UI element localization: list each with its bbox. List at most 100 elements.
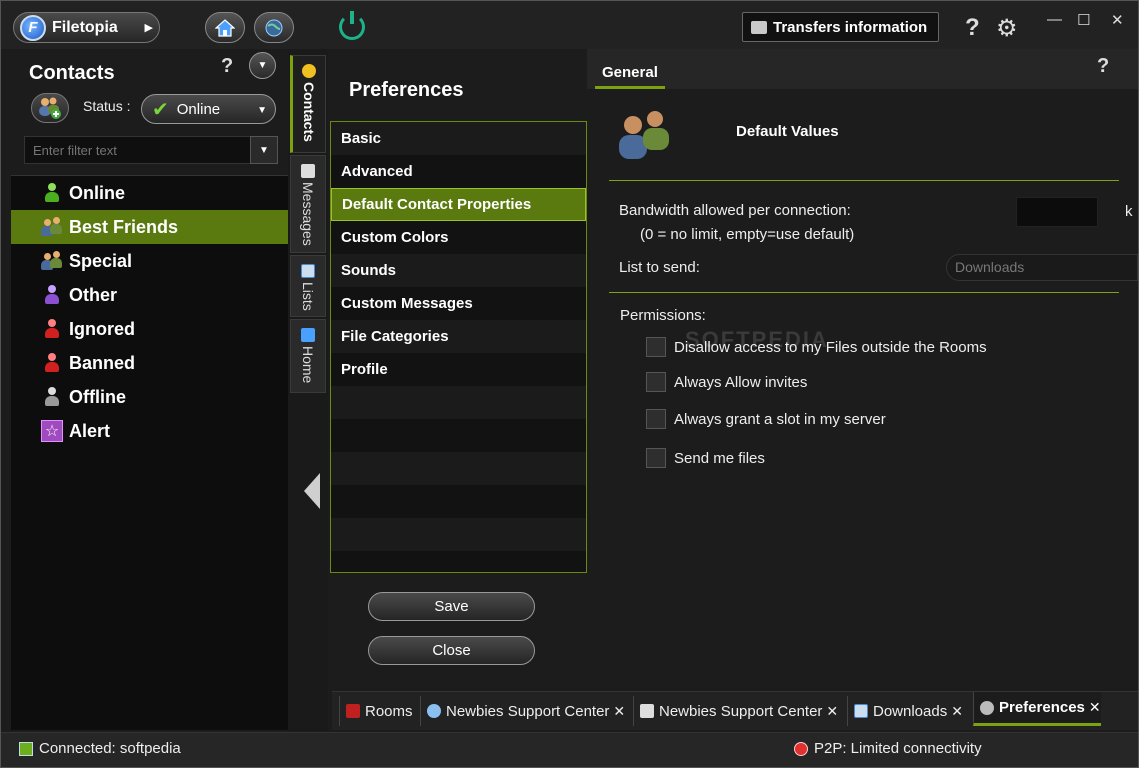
tab-preferences[interactable]: Preferences ✕ (973, 692, 1101, 726)
tab-label: Newbies Support Center (659, 702, 823, 720)
pref-item-default-contact-properties[interactable]: Default Contact Properties (331, 188, 586, 221)
pref-item-profile[interactable]: Profile (331, 353, 586, 386)
chevron-down-icon: ▼ (257, 60, 268, 71)
tab-newbies-support-center-list[interactable]: Newbies Support Center ✕ (633, 696, 838, 726)
list-to-send-select[interactable]: Downloads (946, 254, 1138, 281)
home-button[interactable] (205, 12, 245, 43)
pref-item-sounds[interactable]: Sounds (331, 254, 586, 287)
app-menu-button[interactable]: F Filetopia ▶ (13, 12, 160, 43)
group-online[interactable]: Online (11, 176, 288, 210)
pref-item-custom-messages[interactable]: Custom Messages (331, 287, 586, 320)
group-alert[interactable]: ☆ Alert (11, 414, 288, 448)
home-icon (301, 328, 315, 342)
filetopia-logo-icon: F (20, 14, 46, 41)
checkbox-label: Always Allow invites (674, 373, 808, 391)
save-button[interactable]: Save (368, 592, 535, 621)
list-empty-row (331, 485, 586, 518)
list-empty-row (331, 518, 586, 551)
divider (609, 292, 1119, 293)
tab-contacts[interactable]: Contacts (290, 55, 326, 153)
transfers-icon (751, 20, 767, 34)
bandwidth-input[interactable] (1016, 197, 1098, 227)
list-empty-row (331, 386, 586, 419)
check-icon: ✔ (152, 98, 169, 121)
no-entry-icon (794, 741, 808, 756)
pref-item-file-categories[interactable]: File Categories (331, 320, 586, 353)
close-tab-icon[interactable]: ✕ (826, 703, 838, 720)
gear-icon[interactable]: ⚙ (996, 14, 1018, 43)
allow-invites-checkbox[interactable] (646, 372, 666, 392)
contacts-menu-button[interactable]: ▼ (249, 52, 276, 79)
globe-button[interactable] (254, 12, 294, 43)
maximize-icon[interactable]: ☐ (1077, 11, 1090, 29)
tab-label: Contacts (301, 82, 317, 142)
list-to-send-label: List to send: (619, 259, 700, 276)
person-gray-icon (41, 386, 63, 408)
checkbox-row-send-files[interactable]: Send me files (646, 448, 765, 468)
transfers-info-button[interactable]: Transfers information (742, 12, 939, 42)
checkbox-row-allow-invites[interactable]: Always Allow invites (646, 372, 807, 392)
close-tab-icon[interactable]: ✕ (951, 703, 963, 720)
filter-dropdown-button[interactable]: ▼ (250, 136, 278, 164)
person-red-icon (41, 352, 63, 374)
disallow-access-checkbox[interactable] (646, 337, 666, 357)
contact-filter-input[interactable] (24, 136, 251, 164)
close-button[interactable]: Close (368, 636, 535, 665)
tab-messages[interactable]: Messages (290, 155, 326, 253)
minimize-icon[interactable]: — (1047, 11, 1062, 28)
group-special[interactable]: Special (11, 244, 288, 278)
power-icon[interactable] (339, 11, 365, 40)
bandwidth-unit: k (1125, 203, 1133, 220)
preferences-list: Basic Advanced Default Contact Propertie… (330, 121, 587, 573)
group-other[interactable]: Other (11, 278, 288, 312)
group-ignored[interactable]: Ignored (11, 312, 288, 346)
star-icon: ☆ (41, 420, 63, 442)
transfers-info-label: Transfers information (773, 18, 928, 36)
tab-home[interactable]: Home (290, 319, 326, 393)
close-tab-icon[interactable]: ✕ (1089, 699, 1101, 716)
collapse-panel-arrow-icon[interactable] (304, 473, 320, 509)
tab-label: Newbies Support Center (446, 702, 610, 720)
checkbox-row-disallow-access[interactable]: Disallow access to my Files outside the … (646, 337, 987, 357)
person-green-icon (41, 182, 63, 204)
send-files-checkbox[interactable] (646, 448, 666, 468)
close-tab-icon[interactable]: ✕ (613, 703, 625, 720)
checkbox-row-grant-slot[interactable]: Always grant a slot in my server (646, 409, 886, 429)
connected-text: Connected: softpedia (39, 740, 181, 757)
general-panel: General ? Default Values Bandwidth allow… (587, 49, 1138, 689)
connection-status: Connected: softpedia (19, 740, 181, 757)
tab-lists[interactable]: Lists (290, 255, 326, 317)
pref-item-custom-colors[interactable]: Custom Colors (331, 221, 586, 254)
permissions-label: Permissions: (620, 307, 706, 324)
tab-label: Downloads (873, 702, 948, 720)
pref-item-basic[interactable]: Basic (331, 122, 586, 155)
group-banned[interactable]: Banned (11, 346, 288, 380)
help-icon[interactable]: ? (1097, 55, 1109, 78)
group-label: Online (69, 182, 126, 203)
add-contact-button[interactable] (31, 93, 69, 123)
grant-slot-checkbox[interactable] (646, 409, 666, 429)
checkbox-label: Send me files (674, 449, 765, 467)
list-empty-row (331, 452, 586, 485)
messages-icon (301, 164, 315, 178)
status-select[interactable]: ✔ Online ▼ (141, 94, 276, 124)
checkbox-label: Disallow access to my Files outside the … (674, 338, 987, 356)
close-icon[interactable]: ✕ (1111, 11, 1124, 29)
group-best-friends[interactable]: Best Friends (11, 210, 288, 244)
tab-newbies-support-center-chat[interactable]: Newbies Support Center ✕ (420, 696, 625, 726)
status-value: Online (176, 100, 221, 118)
bottom-tab-bar: Rooms Newbies Support Center ✕ Newbies S… (332, 691, 1138, 730)
tab-downloads[interactable]: Downloads ✕ (847, 696, 963, 726)
general-header: General ? (587, 49, 1138, 89)
group-label: Best Friends (69, 216, 179, 237)
checkbox-label: Always grant a slot in my server (674, 410, 886, 428)
tab-rooms[interactable]: Rooms (339, 696, 413, 726)
contacts-title: Contacts (29, 62, 115, 84)
group-offline[interactable]: Offline (11, 380, 288, 414)
person-purple-icon (41, 284, 63, 306)
pref-item-advanced[interactable]: Advanced (331, 155, 586, 188)
smiley-icon (302, 64, 316, 78)
tab-general[interactable]: General (595, 61, 665, 89)
contacts-help-icon[interactable]: ? (221, 55, 233, 78)
help-icon[interactable]: ? (965, 14, 980, 42)
